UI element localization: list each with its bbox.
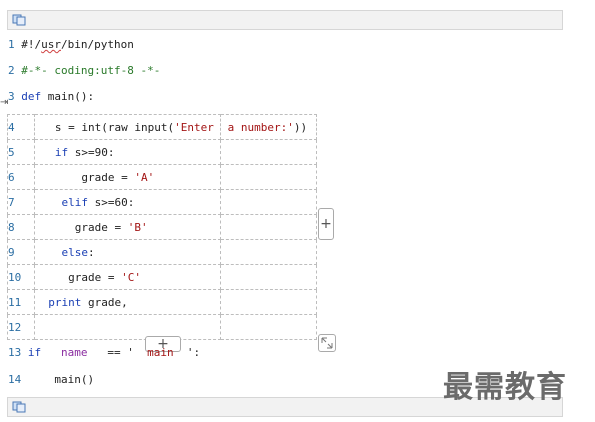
code-token: elif — [61, 195, 89, 209]
add-column-button[interactable]: + — [318, 208, 334, 240]
code-token: 'Enter — [174, 120, 214, 134]
code-line[interactable]: 1 #!/usr/bin/python — [8, 36, 134, 54]
code-cell[interactable] — [220, 164, 317, 190]
code-cell[interactable]: if s>=90: — [34, 139, 221, 165]
code-token: grade = — [35, 170, 135, 184]
line-number: 8 — [8, 220, 15, 234]
code-cell[interactable] — [220, 289, 317, 315]
copy-icon[interactable] — [12, 14, 26, 26]
code-token: s = int(raw input( — [35, 120, 175, 134]
line-number: 13 — [8, 346, 22, 359]
code-token: : — [88, 245, 95, 259]
code-cell[interactable]: s = int(raw input('Enter — [34, 114, 221, 140]
code-line[interactable]: 2 #-*- coding:utf-8 -*- — [8, 62, 160, 80]
resize-handle[interactable] — [318, 334, 336, 352]
code-cell[interactable] — [34, 314, 221, 340]
line-number-cell[interactable]: 8 — [7, 214, 35, 240]
code-cell[interactable] — [220, 189, 317, 215]
code-token: s>=90: — [68, 145, 115, 159]
code-cell[interactable]: grade = 'C' — [34, 264, 221, 290]
copy-icon[interactable] — [12, 401, 26, 413]
code-table[interactable]: 4 s = int(raw input('Enter a number:')) 5… — [7, 114, 317, 340]
code-token: if — [27, 346, 42, 359]
line-number-cell[interactable]: 12 — [7, 314, 35, 340]
watermark-logo: 最需教育 — [443, 370, 567, 405]
code-cell[interactable] — [220, 139, 317, 165]
line-number: 4 — [8, 120, 15, 134]
code-token: ': — [173, 346, 201, 359]
expand-icon — [321, 337, 333, 349]
code-token: )) — [293, 120, 308, 134]
code-cell[interactable]: elif s>=60: — [34, 189, 221, 215]
code-token: main(): — [41, 90, 95, 103]
code-token: name — [61, 346, 88, 359]
code-token: else — [61, 245, 89, 259]
top-toolbar — [7, 10, 563, 30]
code-token: s>=60: — [88, 195, 135, 209]
code-token: usr — [41, 38, 61, 51]
code-token: #-*- coding:utf-8 -*- — [21, 64, 161, 77]
code-cell[interactable] — [220, 264, 317, 290]
line-number-cell[interactable]: 4 — [7, 114, 35, 140]
line-number: 2 — [8, 64, 15, 77]
line-number: 1 — [8, 38, 15, 51]
table-row[interactable]: 7 elif s>=60: — [7, 189, 317, 215]
code-token: 'C' — [121, 270, 141, 284]
line-number-cell[interactable]: 11 — [7, 289, 35, 315]
table-row[interactable]: 10 grade = 'C' — [7, 264, 317, 290]
line-number-cell[interactable]: 6 — [7, 164, 35, 190]
code-token: #!/ — [21, 38, 42, 51]
code-line[interactable]: 14 main() — [8, 371, 94, 389]
table-row[interactable]: 5 if s>=90: — [7, 139, 317, 165]
table-row[interactable]: 9 else: — [7, 239, 317, 265]
line-number-cell[interactable]: 9 — [7, 239, 35, 265]
code-token: a number:' — [221, 120, 294, 134]
code-line[interactable]: 13 if name == ' main ': — [8, 344, 200, 362]
table-row[interactable]: 4 s = int(raw input('Enter a number:')) — [7, 114, 317, 140]
code-token: grade = — [35, 220, 128, 234]
line-number: 10 — [8, 270, 22, 284]
line-number-cell[interactable]: 10 — [7, 264, 35, 290]
code-token: grade = — [35, 270, 122, 284]
code-cell[interactable] — [220, 314, 317, 340]
code-cell[interactable] — [220, 239, 317, 265]
line-number-cell[interactable]: 5 — [7, 139, 35, 165]
code-token: grade, — [81, 295, 128, 309]
code-cell[interactable] — [220, 214, 317, 240]
line-number: 9 — [8, 245, 15, 259]
code-token: main — [147, 346, 174, 359]
line-number: 3 — [8, 90, 15, 103]
code-token: == ' — [87, 346, 148, 359]
line-number-cell[interactable]: 7 — [7, 189, 35, 215]
code-token: 'A' — [134, 170, 155, 184]
code-token: 'B' — [127, 220, 148, 234]
line-number: 12 — [8, 320, 22, 334]
line-number: 5 — [8, 145, 15, 159]
code-token: main() — [27, 373, 95, 386]
code-token: if — [54, 145, 69, 159]
line-number: 14 — [8, 373, 22, 386]
code-cell[interactable]: a number:')) — [220, 114, 317, 140]
code-cell[interactable]: print grade, — [34, 289, 221, 315]
code-token: /bin/python — [61, 38, 134, 51]
line-number: 6 — [8, 170, 15, 184]
table-row[interactable]: 11 print grade, — [7, 289, 317, 315]
code-token: print — [48, 295, 82, 309]
code-cell[interactable]: else: — [34, 239, 221, 265]
line-number: 11 — [8, 295, 22, 309]
code-token: def — [21, 90, 42, 103]
table-row[interactable]: 6 grade = 'A' — [7, 164, 317, 190]
code-line[interactable]: 3 def main(): — [8, 88, 94, 106]
code-cell[interactable]: grade = 'A' — [34, 164, 221, 190]
code-cell[interactable]: grade = 'B' — [34, 214, 221, 240]
line-number: 7 — [8, 195, 15, 209]
table-row[interactable]: 8 grade = 'B' — [7, 214, 317, 240]
